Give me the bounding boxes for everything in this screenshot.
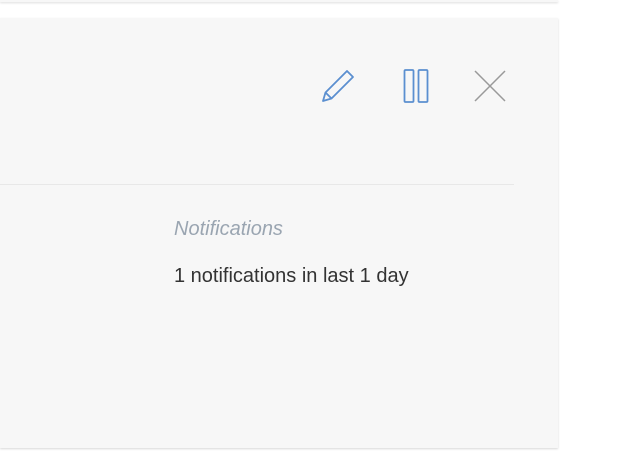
card-divider <box>0 184 514 185</box>
notifications-summary: 1 notifications in last 1 day <box>174 265 409 287</box>
edit-button[interactable] <box>318 66 358 106</box>
pause-icon <box>403 69 429 103</box>
pencil-icon <box>322 70 354 102</box>
close-button[interactable] <box>470 66 510 106</box>
notification-card: Notifications 1 notifications in last 1 … <box>0 18 558 448</box>
previous-card <box>0 0 558 2</box>
notifications-label: Notifications <box>174 218 283 240</box>
close-icon <box>474 70 506 102</box>
pause-button[interactable] <box>396 66 436 106</box>
